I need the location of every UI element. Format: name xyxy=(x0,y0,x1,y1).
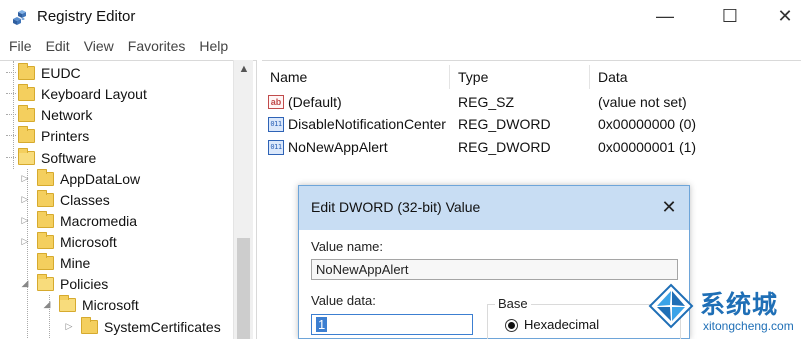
tree-item-label: Mine xyxy=(60,254,91,271)
edit-dword-dialog: Edit DWORD (32-bit) Value ✕ Value name: … xyxy=(298,185,690,339)
value-data: (value not set) xyxy=(598,94,687,110)
radio-selected-dot xyxy=(508,322,515,329)
watermark-brand: 系统城 xyxy=(700,290,779,319)
windows-diamond-logo xyxy=(648,283,694,329)
hexadecimal-radio[interactable] xyxy=(505,319,518,332)
registry-cubes-icon xyxy=(9,7,29,27)
watermark: 系统城 xitongcheng.com xyxy=(648,283,800,339)
collapse-arrow-icon[interactable]: ◢ xyxy=(19,278,31,289)
tree-scrollbar[interactable]: ▲ xyxy=(233,60,253,339)
tree-item-policies[interactable]: ◢ Policies xyxy=(19,273,108,294)
value-type: REG_SZ xyxy=(458,94,515,110)
tree-item-label: Macromedia xyxy=(60,212,138,229)
folder-icon xyxy=(18,104,35,122)
folder-icon xyxy=(37,189,54,207)
folder-icon xyxy=(18,62,35,80)
value-data: 0x00000000 (0) xyxy=(598,116,697,132)
menu-bar: File Edit View Favorites Help xyxy=(0,36,801,58)
value-type: REG_DWORD xyxy=(458,139,551,155)
dword-value-icon: 011 xyxy=(268,116,284,132)
watermark-url: xitongcheng.com xyxy=(703,319,794,333)
tree-item-printers[interactable]: Printers xyxy=(6,125,89,146)
folder-icon xyxy=(37,231,54,249)
value-data-label: Value data: xyxy=(311,293,376,308)
menu-help[interactable]: Help xyxy=(198,36,237,58)
column-header-data[interactable]: Data xyxy=(590,65,801,89)
tree-item-eudc[interactable]: EUDC xyxy=(6,62,81,83)
dialog-close-icon[interactable]: ✕ xyxy=(657,195,681,219)
dialog-title-bar[interactable]: Edit DWORD (32-bit) Value ✕ xyxy=(299,186,689,230)
value-row-default[interactable]: ab (Default) REG_SZ (value not set) xyxy=(262,91,801,113)
tree-item-software[interactable]: Software xyxy=(6,147,96,168)
tree-item-label: SystemCertificates xyxy=(104,318,221,335)
folder-icon xyxy=(81,316,98,334)
close-button[interactable]: ✕ xyxy=(760,0,801,32)
maximize-icon: ☐ xyxy=(721,5,739,26)
string-value-icon: ab xyxy=(268,95,284,109)
tree-item-label: AppDataLow xyxy=(60,170,141,187)
value-row-disablenotificationcenter[interactable]: 011 DisableNotificationCenter REG_DWORD … xyxy=(262,113,801,135)
base-label: Base xyxy=(495,296,531,311)
folder-icon xyxy=(37,252,54,270)
expand-arrow-icon[interactable]: ▷ xyxy=(19,173,31,184)
menu-view[interactable]: View xyxy=(83,36,123,58)
tree-item-label: Policies xyxy=(60,275,109,292)
tree-item-microsoft[interactable]: ▷ Microsoft xyxy=(19,231,117,252)
open-folder-icon xyxy=(18,147,35,165)
tree-item-classes[interactable]: ▷ Classes xyxy=(19,189,110,210)
scroll-up-arrow-icon[interactable]: ▲ xyxy=(234,60,254,78)
tree-item-appdatalow[interactable]: ▷ AppDataLow xyxy=(19,168,140,189)
tree-item-label: Classes xyxy=(60,191,110,208)
tree-item-label: Network xyxy=(41,106,93,123)
dword-value-icon: 011 xyxy=(268,139,284,155)
dialog-title: Edit DWORD (32-bit) Value xyxy=(311,199,481,215)
tree-item-keyboard-layout[interactable]: Keyboard Layout xyxy=(6,83,147,104)
value-name: DisableNotificationCenter xyxy=(288,116,446,132)
open-folder-icon xyxy=(37,273,54,291)
maximize-button[interactable]: ☐ xyxy=(705,0,755,32)
key-tree-pane: EUDC Keyboard Layout Network Printers So… xyxy=(0,60,257,339)
value-name: NoNewAppAlert xyxy=(288,139,388,155)
menu-edit[interactable]: Edit xyxy=(45,36,79,58)
value-type: REG_DWORD xyxy=(458,116,551,132)
tree-item-label: Software xyxy=(41,149,97,166)
scroll-thumb[interactable] xyxy=(237,238,250,339)
tree-item-systemcertificates[interactable]: ▷ SystemCertificates xyxy=(63,316,221,337)
tree-item-label: EUDC xyxy=(41,64,81,81)
value-row-nonewappalert[interactable]: 011 NoNewAppAlert REG_DWORD 0x00000001 (… xyxy=(262,136,801,158)
close-icon: ✕ xyxy=(777,5,793,26)
value-data: 0x00000001 (1) xyxy=(598,139,697,155)
expand-arrow-icon[interactable]: ▷ xyxy=(19,194,31,205)
minimize-button[interactable]: — xyxy=(640,0,690,32)
column-header-name[interactable]: Name xyxy=(262,65,450,89)
tree-item-policies-microsoft[interactable]: ◢ Microsoft xyxy=(41,294,139,315)
tree-item-network[interactable]: Network xyxy=(6,104,92,125)
expand-arrow-icon[interactable]: ▷ xyxy=(19,236,31,247)
tree-item-macromedia[interactable]: ▷ Macromedia xyxy=(19,210,137,231)
tree-item-label: Microsoft xyxy=(60,233,117,250)
minimize-icon: — xyxy=(656,5,674,26)
column-header-type[interactable]: Type xyxy=(450,65,590,89)
value-name-field[interactable]: NoNewAppAlert xyxy=(311,259,678,280)
collapse-arrow-icon[interactable]: ◢ xyxy=(41,299,53,310)
tree-item-mine[interactable]: Mine xyxy=(19,252,90,273)
tree-item-label: Printers xyxy=(41,127,90,144)
folder-icon xyxy=(37,210,54,228)
open-folder-icon xyxy=(59,294,76,312)
value-data-field[interactable]: 1 xyxy=(311,314,473,335)
value-name-label: Value name: xyxy=(311,239,384,254)
folder-icon xyxy=(18,125,35,143)
expand-arrow-icon[interactable]: ▷ xyxy=(63,321,75,332)
menu-file[interactable]: File xyxy=(8,36,41,58)
value-name: (Default) xyxy=(288,94,342,110)
folder-icon xyxy=(18,83,35,101)
tree-item-label: Keyboard Layout xyxy=(41,85,147,102)
expand-arrow-icon[interactable]: ▷ xyxy=(19,215,31,226)
hexadecimal-label[interactable]: Hexadecimal xyxy=(524,317,599,332)
menu-favorites[interactable]: Favorites xyxy=(127,36,195,58)
folder-icon xyxy=(37,168,54,186)
tree-item-label: Microsoft xyxy=(82,296,139,313)
window-title: Registry Editor xyxy=(37,8,136,25)
title-bar: Registry Editor — ☐ ✕ xyxy=(0,0,801,34)
